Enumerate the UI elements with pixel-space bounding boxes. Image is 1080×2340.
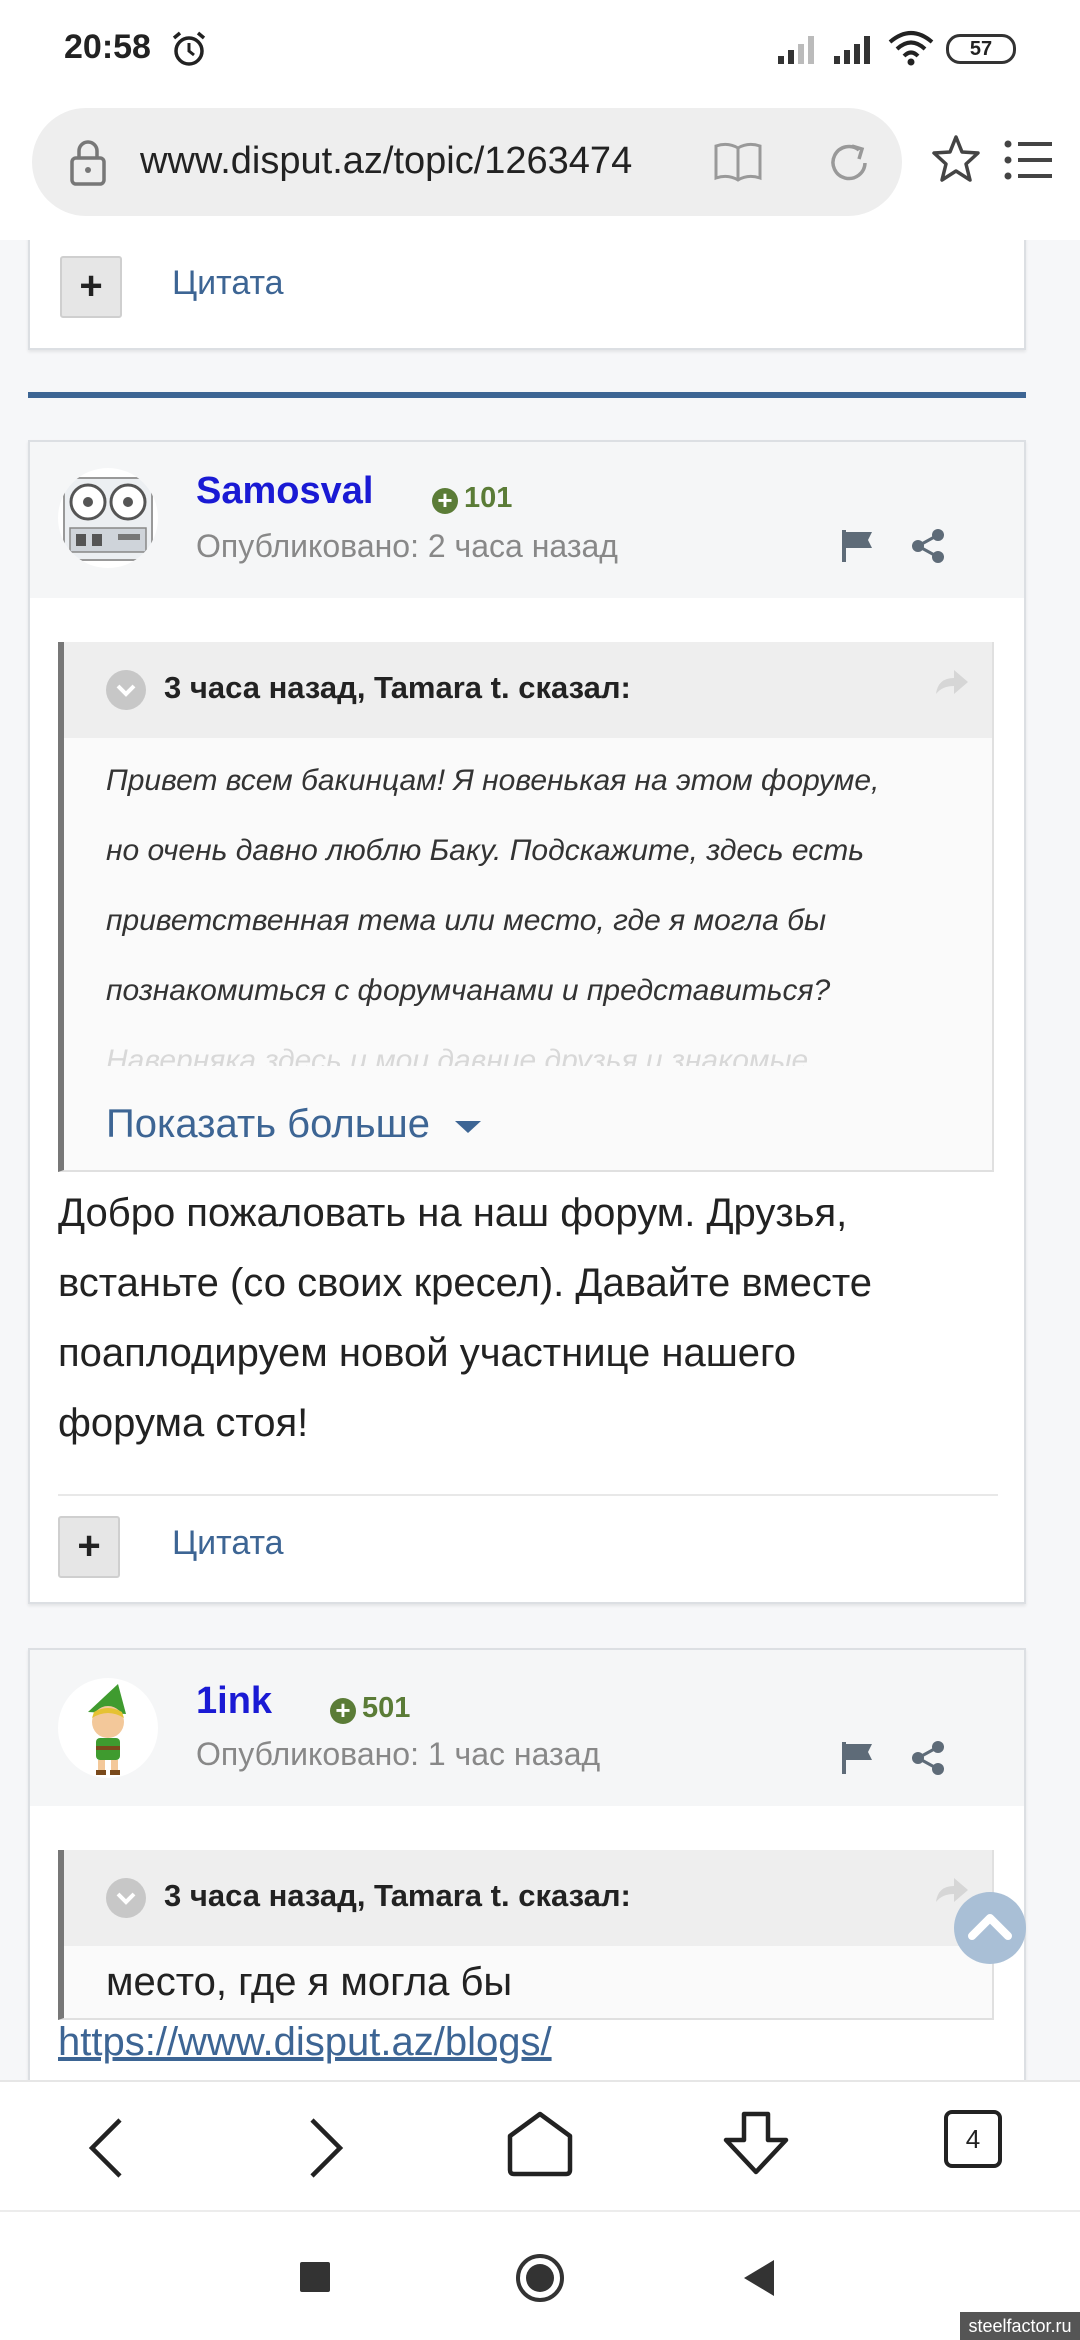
flag-icon[interactable]: [840, 528, 876, 564]
post-header: Samosval +101 Опубликовано: 2 часа назад: [30, 442, 1024, 598]
show-more-label: Показать больше: [106, 1102, 430, 1146]
quote-link[interactable]: Цитата: [172, 1524, 284, 1563]
flag-icon[interactable]: [840, 1740, 876, 1776]
plus-circle-icon: +: [330, 1697, 356, 1724]
back-icon[interactable]: [86, 2116, 126, 2180]
address-bar[interactable]: www.disput.az/topic/1263474: [32, 108, 902, 216]
quote-line: приветственная тема или место, где я мог…: [106, 904, 827, 937]
quote-text: место, где я могла бы: [106, 1960, 513, 2004]
avatar[interactable]: [58, 1678, 158, 1778]
multiquote-plus-button[interactable]: +: [58, 1516, 120, 1578]
wifi-icon: [888, 31, 934, 66]
signal-icon: [834, 36, 870, 64]
quote-header: 3 часа назад, Tamara t. сказал:: [64, 642, 992, 738]
star-icon[interactable]: [930, 134, 982, 184]
author-name[interactable]: 1ink: [196, 1680, 272, 1723]
show-more-link[interactable]: Показать больше: [106, 1102, 483, 1147]
elf-avatar-icon: [88, 1684, 126, 1775]
post-line: встаньте (со своих кресел). Давайте вмес…: [58, 1261, 873, 1305]
download-icon[interactable]: [722, 2110, 790, 2178]
system-navigation-bar: [0, 2210, 1080, 2340]
quote-link[interactable]: Цитата: [172, 264, 284, 303]
quote-line: но очень давно люблю Баку. Подскажите, з…: [106, 834, 864, 867]
caret-down-icon: [455, 1121, 482, 1133]
chevron-up-icon: [968, 1914, 1012, 1940]
quote-title: 3 часа назад, Tamara t. сказал:: [164, 670, 631, 705]
signal-icon: [778, 36, 814, 64]
post-line: форума стоя!: [58, 1401, 309, 1445]
lock-icon: [70, 140, 106, 186]
share-icon[interactable]: [910, 528, 946, 564]
menu-icon[interactable]: [1004, 138, 1054, 182]
reputation-badge: +501: [330, 1692, 410, 1725]
reputation-count: 501: [362, 1692, 411, 1724]
post-link[interactable]: https://www.disput.az/blogs/: [58, 2020, 552, 2065]
chevron-down-icon[interactable]: [106, 1878, 146, 1918]
post-date: Опубликовано: 2 часа назад: [196, 528, 618, 564]
tape-recorder-avatar-icon: [63, 477, 153, 561]
post-divider: [28, 392, 1026, 398]
home-icon[interactable]: [506, 2110, 574, 2178]
avatar[interactable]: [58, 468, 158, 568]
browser-toolbar: 4: [0, 2080, 1080, 2210]
previous-post-card: + Цитата: [28, 240, 1026, 350]
url-text[interactable]: www.disput.az/topic/1263474: [140, 140, 692, 183]
reader-mode-icon[interactable]: [712, 140, 764, 184]
plus-circle-icon: +: [432, 487, 458, 514]
post-footer-separator: [58, 1494, 998, 1496]
post-date: Опубликовано: 1 час назад: [196, 1736, 601, 1772]
multiquote-plus-button[interactable]: +: [60, 256, 122, 318]
forward-icon[interactable]: [306, 2116, 346, 2180]
scroll-to-top-button[interactable]: [954, 1892, 1026, 1964]
reputation-count: 101: [464, 482, 513, 514]
quote-line-faded: Наверняка здесь и мои давние друзья и зн…: [106, 1044, 809, 1066]
watermark: steelfactor.ru: [960, 2312, 1080, 2340]
post-line: Добро пожаловать на наш форум. Друзья,: [58, 1191, 848, 1235]
recent-apps-icon[interactable]: [300, 2262, 330, 2292]
home-circle-icon[interactable]: [514, 2252, 566, 2304]
status-bar: 20:58 57: [0, 0, 1080, 100]
quote-jump-icon[interactable]: [934, 666, 970, 698]
post-header: 1ink +501 Опубликовано: 1 час назад: [30, 1650, 1024, 1806]
quote-title: 3 часа назад, Tamara t. сказал:: [164, 1878, 631, 1913]
quote-line: познакомиться с форумчанами и представит…: [106, 974, 831, 1007]
quote-header: 3 часа назад, Tamara t. сказал:: [64, 1850, 992, 1946]
alarm-icon: [172, 31, 206, 66]
reputation-badge: +101: [432, 482, 512, 515]
author-name[interactable]: Samosval: [196, 470, 373, 513]
page-content[interactable]: + Цитата Samosval +101 Опубликовано: 2 ч…: [0, 240, 1080, 2080]
post-line: поаплодируем новой участнице нашего: [58, 1331, 796, 1375]
post-body: Добро пожаловать на наш форум. Друзья, в…: [58, 1178, 1008, 1458]
tabs-icon[interactable]: 4: [944, 2110, 1002, 2168]
share-icon[interactable]: [910, 1740, 946, 1776]
post-card: Samosval +101 Опубликовано: 2 часа назад…: [28, 440, 1026, 1604]
battery-icon: 57: [946, 34, 1016, 64]
post-card: 1ink +501 Опубликовано: 1 час назад 3 ча…: [28, 1648, 1026, 2080]
status-time: 20:58: [64, 28, 151, 66]
quote-block: 3 часа назад, Tamara t. сказал: Привет в…: [58, 642, 994, 1172]
quote-block: 3 часа назад, Tamara t. сказал: место, г…: [58, 1850, 994, 2020]
quote-text: Привет всем бакинцам! Я новенькая на это…: [106, 746, 879, 1066]
quote-line: Привет всем бакинцам! Я новенькая на это…: [106, 764, 880, 797]
back-triangle-icon[interactable]: [742, 2258, 778, 2298]
reload-icon[interactable]: [826, 140, 872, 186]
chevron-down-icon[interactable]: [106, 670, 146, 710]
